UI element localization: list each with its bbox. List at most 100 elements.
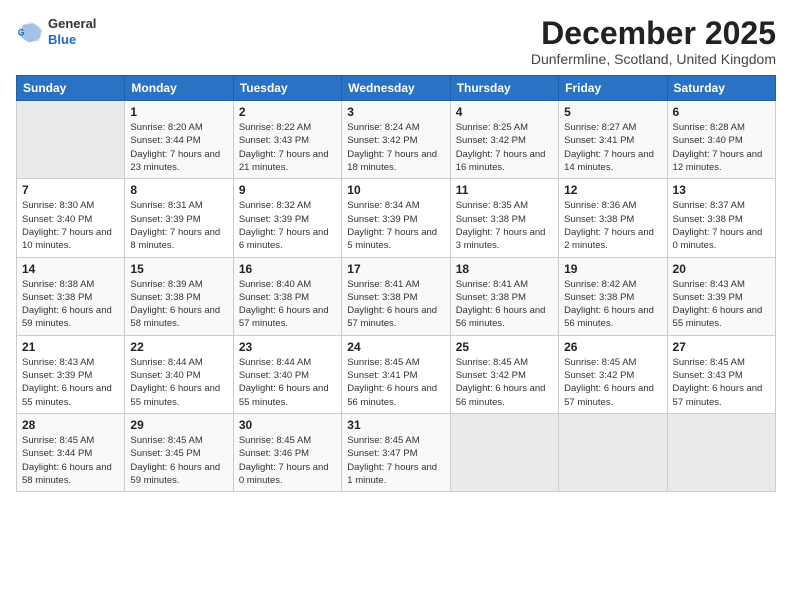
calendar-cell: 14 Sunrise: 8:38 AM Sunset: 3:38 PM Dayli… bbox=[17, 257, 125, 335]
header-saturday: Saturday bbox=[667, 76, 775, 101]
day-number: 19 bbox=[564, 262, 661, 276]
day-info: Sunrise: 8:24 AM Sunset: 3:42 PM Dayligh… bbox=[347, 121, 444, 174]
calendar-cell: 1 Sunrise: 8:20 AM Sunset: 3:44 PM Daylig… bbox=[125, 101, 233, 179]
day-info: Sunrise: 8:36 AM Sunset: 3:38 PM Dayligh… bbox=[564, 199, 661, 252]
day-number: 26 bbox=[564, 340, 661, 354]
calendar-cell bbox=[667, 413, 775, 491]
day-number: 2 bbox=[239, 105, 336, 119]
calendar-cell: 16Sunrise: 8:40 AM Sunset: 3:38 PM Dayli… bbox=[233, 257, 341, 335]
day-info: Sunrise: 8:41 AM Sunset: 3:38 PM Dayligh… bbox=[456, 278, 553, 331]
day-info: Sunrise: 8:22 AM Sunset: 3:43 PM Dayligh… bbox=[239, 121, 336, 174]
header-thursday: Thursday bbox=[450, 76, 558, 101]
day-info: Sunrise: 8:45 AM Sunset: 3:44 PM Dayligh… bbox=[22, 434, 119, 487]
month-title: December 2025 bbox=[531, 16, 776, 51]
day-info: Sunrise: 8:28 AM Sunset: 3:40 PM Dayligh… bbox=[673, 121, 770, 174]
day-info: Sunrise: 8:25 AM Sunset: 3:42 PM Dayligh… bbox=[456, 121, 553, 174]
calendar-cell: 4Sunrise: 8:25 AM Sunset: 3:42 PM Daylig… bbox=[450, 101, 558, 179]
calendar-week-row: 7Sunrise: 8:30 AM Sunset: 3:40 PM Daylig… bbox=[17, 179, 776, 257]
day-number: 22 bbox=[130, 340, 227, 354]
svg-text:G: G bbox=[18, 27, 25, 37]
day-info: Sunrise: 8:45 AM Sunset: 3:47 PM Dayligh… bbox=[347, 434, 444, 487]
day-info: Sunrise: 8:34 AM Sunset: 3:39 PM Dayligh… bbox=[347, 199, 444, 252]
day-info: Sunrise: 8:45 AM Sunset: 3:41 PM Dayligh… bbox=[347, 356, 444, 409]
calendar-cell: 25 Sunrise: 8:45 AM Sunset: 3:42 PM Dayli… bbox=[450, 335, 558, 413]
header-monday: Monday bbox=[125, 76, 233, 101]
day-info: Sunrise: 8:20 AM Sunset: 3:44 PM Dayligh… bbox=[130, 121, 227, 174]
day-number: 25 bbox=[456, 340, 553, 354]
day-number: 1 bbox=[130, 105, 227, 119]
day-number: 11 bbox=[456, 183, 553, 197]
calendar-cell: 18 Sunrise: 8:41 AM Sunset: 3:38 PM Dayli… bbox=[450, 257, 558, 335]
day-info: Sunrise: 8:45 AM Sunset: 3:43 PM Dayligh… bbox=[673, 356, 770, 409]
calendar-cell: 19 Sunrise: 8:42 AM Sunset: 3:38 PM Dayli… bbox=[559, 257, 667, 335]
day-number: 15 bbox=[130, 262, 227, 276]
day-info: Sunrise: 8:44 AM Sunset: 3:40 PM Dayligh… bbox=[130, 356, 227, 409]
day-number: 17 bbox=[347, 262, 444, 276]
day-number: 14 bbox=[22, 262, 119, 276]
header-sunday: Sunday bbox=[17, 76, 125, 101]
day-info: Sunrise: 8:43 AM Sunset: 3:39 PM Dayligh… bbox=[22, 356, 119, 409]
calendar-cell: 28Sunrise: 8:45 AM Sunset: 3:44 PM Dayli… bbox=[17, 413, 125, 491]
calendar-cell: 26 Sunrise: 8:45 AM Sunset: 3:42 PM Dayli… bbox=[559, 335, 667, 413]
calendar-cell: 6Sunrise: 8:28 AM Sunset: 3:40 PM Daylig… bbox=[667, 101, 775, 179]
day-info: Sunrise: 8:44 AM Sunset: 3:40 PM Dayligh… bbox=[239, 356, 336, 409]
calendar-cell: 3 Sunrise: 8:24 AM Sunset: 3:42 PM Daylig… bbox=[342, 101, 450, 179]
day-info: Sunrise: 8:45 AM Sunset: 3:45 PM Dayligh… bbox=[130, 434, 227, 487]
day-number: 8 bbox=[130, 183, 227, 197]
day-number: 27 bbox=[673, 340, 770, 354]
calendar-cell: 27 Sunrise: 8:45 AM Sunset: 3:43 PM Dayli… bbox=[667, 335, 775, 413]
calendar-cell: 9 Sunrise: 8:32 AM Sunset: 3:39 PM Daylig… bbox=[233, 179, 341, 257]
calendar-cell bbox=[559, 413, 667, 491]
day-info: Sunrise: 8:32 AM Sunset: 3:39 PM Dayligh… bbox=[239, 199, 336, 252]
page-header: G General Blue December 2025 Dunfermline… bbox=[16, 16, 776, 67]
calendar-cell: 29 Sunrise: 8:45 AM Sunset: 3:45 PM Dayli… bbox=[125, 413, 233, 491]
day-number: 21 bbox=[22, 340, 119, 354]
day-number: 16 bbox=[239, 262, 336, 276]
day-info: Sunrise: 8:45 AM Sunset: 3:46 PM Dayligh… bbox=[239, 434, 336, 487]
calendar-week-row: 28Sunrise: 8:45 AM Sunset: 3:44 PM Dayli… bbox=[17, 413, 776, 491]
day-number: 13 bbox=[673, 183, 770, 197]
day-info: Sunrise: 8:35 AM Sunset: 3:38 PM Dayligh… bbox=[456, 199, 553, 252]
day-number: 7 bbox=[22, 183, 119, 197]
title-area: December 2025 Dunfermline, Scotland, Uni… bbox=[531, 16, 776, 67]
calendar-cell: 2 Sunrise: 8:22 AM Sunset: 3:43 PM Daylig… bbox=[233, 101, 341, 179]
logo: G General Blue bbox=[16, 16, 96, 47]
day-number: 30 bbox=[239, 418, 336, 432]
day-info: Sunrise: 8:27 AM Sunset: 3:41 PM Dayligh… bbox=[564, 121, 661, 174]
day-info: Sunrise: 8:31 AM Sunset: 3:39 PM Dayligh… bbox=[130, 199, 227, 252]
calendar-cell: 30 Sunrise: 8:45 AM Sunset: 3:46 PM Dayli… bbox=[233, 413, 341, 491]
day-info: Sunrise: 8:39 AM Sunset: 3:38 PM Dayligh… bbox=[130, 278, 227, 331]
calendar-cell: 11 Sunrise: 8:35 AM Sunset: 3:38 PM Dayli… bbox=[450, 179, 558, 257]
calendar-cell bbox=[17, 101, 125, 179]
day-info: Sunrise: 8:43 AM Sunset: 3:39 PM Dayligh… bbox=[673, 278, 770, 331]
day-info: Sunrise: 8:45 AM Sunset: 3:42 PM Dayligh… bbox=[564, 356, 661, 409]
day-number: 18 bbox=[456, 262, 553, 276]
header-friday: Friday bbox=[559, 76, 667, 101]
day-info: Sunrise: 8:38 AM Sunset: 3:38 PM Dayligh… bbox=[22, 278, 119, 331]
day-number: 10 bbox=[347, 183, 444, 197]
location: Dunfermline, Scotland, United Kingdom bbox=[531, 51, 776, 67]
day-number: 5 bbox=[564, 105, 661, 119]
calendar-week-row: 1 Sunrise: 8:20 AM Sunset: 3:44 PM Daylig… bbox=[17, 101, 776, 179]
day-info: Sunrise: 8:45 AM Sunset: 3:42 PM Dayligh… bbox=[456, 356, 553, 409]
calendar-table: SundayMondayTuesdayWednesdayThursdayFrid… bbox=[16, 75, 776, 492]
day-number: 9 bbox=[239, 183, 336, 197]
calendar-header-row: SundayMondayTuesdayWednesdayThursdayFrid… bbox=[17, 76, 776, 101]
calendar-cell: 5 Sunrise: 8:27 AM Sunset: 3:41 PM Daylig… bbox=[559, 101, 667, 179]
day-info: Sunrise: 8:42 AM Sunset: 3:38 PM Dayligh… bbox=[564, 278, 661, 331]
day-number: 31 bbox=[347, 418, 444, 432]
calendar-week-row: 21 Sunrise: 8:43 AM Sunset: 3:39 PM Dayli… bbox=[17, 335, 776, 413]
day-number: 29 bbox=[130, 418, 227, 432]
day-number: 20 bbox=[673, 262, 770, 276]
logo-icon: G bbox=[16, 18, 44, 46]
calendar-week-row: 14 Sunrise: 8:38 AM Sunset: 3:38 PM Dayli… bbox=[17, 257, 776, 335]
calendar-cell bbox=[450, 413, 558, 491]
day-number: 3 bbox=[347, 105, 444, 119]
calendar-cell: 22 Sunrise: 8:44 AM Sunset: 3:40 PM Dayli… bbox=[125, 335, 233, 413]
calendar-cell: 17Sunrise: 8:41 AM Sunset: 3:38 PM Dayli… bbox=[342, 257, 450, 335]
calendar-cell: 10 Sunrise: 8:34 AM Sunset: 3:39 PM Dayli… bbox=[342, 179, 450, 257]
day-info: Sunrise: 8:37 AM Sunset: 3:38 PM Dayligh… bbox=[673, 199, 770, 252]
calendar-cell: 20 Sunrise: 8:43 AM Sunset: 3:39 PM Dayli… bbox=[667, 257, 775, 335]
calendar-cell: 23Sunrise: 8:44 AM Sunset: 3:40 PM Dayli… bbox=[233, 335, 341, 413]
calendar-cell: 8 Sunrise: 8:31 AM Sunset: 3:39 PM Daylig… bbox=[125, 179, 233, 257]
